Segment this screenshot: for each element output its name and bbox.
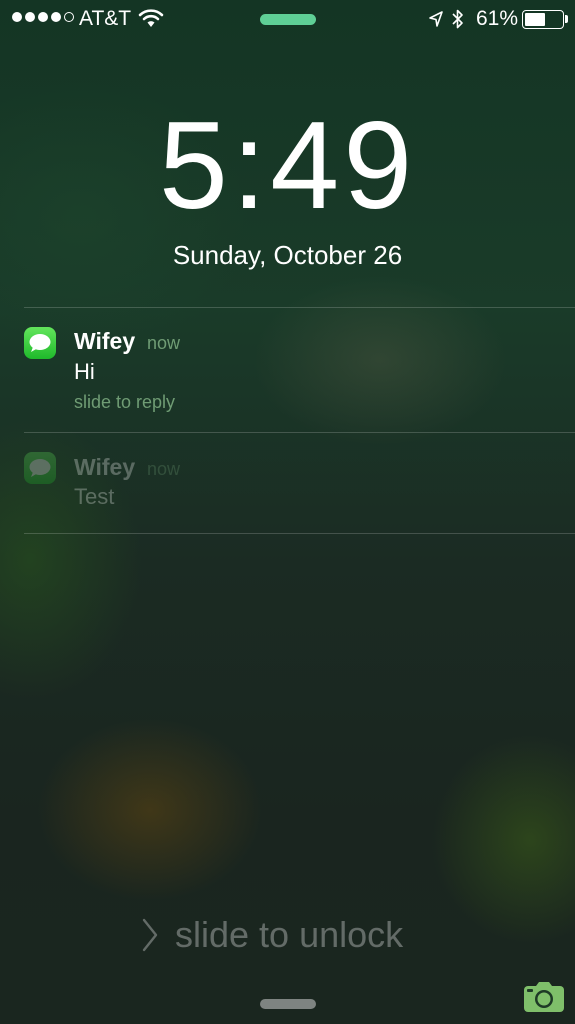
notification-sender: Wifey (74, 454, 136, 480)
bluetooth-icon (452, 9, 463, 29)
notification-item[interactable]: Wifey now Hi slide to reply (0, 308, 575, 432)
slide-to-reply-hint[interactable]: slide to reply (74, 392, 175, 413)
carrier-name: AT&T (79, 7, 132, 30)
battery-nub (565, 15, 568, 23)
notification-item[interactable]: Wifey now Test (0, 433, 575, 533)
battery-level-fill (525, 13, 546, 26)
chevron-right-icon (142, 918, 158, 952)
notification-time: now (147, 459, 181, 479)
speech-bubble-icon (29, 334, 51, 352)
speech-bubble-icon (29, 459, 51, 477)
battery-percentage: 61% (476, 7, 519, 30)
wifi-icon (138, 9, 164, 27)
lockscreen-clock: 5:49 (158, 97, 417, 235)
notification-center-grabber[interactable] (260, 14, 316, 25)
notifications-divider-bottom (24, 533, 575, 534)
camera-icon[interactable] (522, 980, 566, 1014)
notification-time: now (147, 333, 181, 353)
notification-sender: Wifey (74, 328, 136, 354)
status-bar: AT&T 61% (0, 0, 575, 38)
messages-icon (24, 327, 56, 359)
notification-message: Hi (74, 359, 95, 384)
control-center-grabber[interactable] (260, 999, 316, 1009)
lockscreen-date: Sunday, October 26 (172, 240, 403, 270)
battery-icon (522, 10, 564, 29)
slide-to-unlock[interactable]: slide to unlock (175, 914, 403, 956)
notification-message: Test (74, 484, 115, 509)
location-arrow-icon (429, 11, 443, 27)
signal-dots-icon (12, 12, 74, 22)
messages-icon (24, 452, 56, 484)
